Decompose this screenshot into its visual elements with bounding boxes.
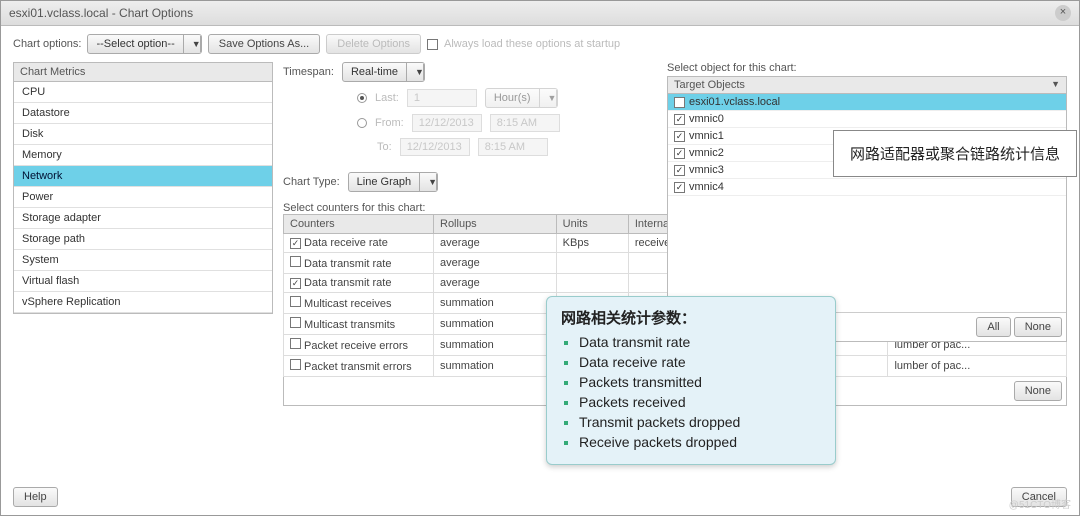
to-time: 8:15 AM	[478, 138, 548, 156]
callout2-title: 网路相关统计参数：	[561, 307, 821, 328]
chart-metrics-header: Chart Metrics	[13, 62, 273, 82]
from-label: From:	[375, 117, 404, 129]
metric-item-memory[interactable]: Memory	[14, 145, 272, 166]
timespan-label: Timespan:	[283, 66, 334, 78]
metric-item-system[interactable]: System	[14, 250, 272, 271]
radio-last[interactable]	[357, 93, 367, 103]
chevron-down-icon[interactable]: ▼	[1051, 79, 1060, 91]
startup-checkbox[interactable]	[427, 39, 438, 50]
counters-none-button[interactable]: None	[1014, 381, 1062, 401]
checkbox-icon[interactable]: ✓	[674, 131, 685, 142]
startup-label: Always load these options at startup	[444, 38, 620, 50]
callout-item: Transmit packets dropped	[579, 414, 821, 430]
close-icon[interactable]: ×	[1055, 5, 1071, 21]
save-options-as-button[interactable]: Save Options As...	[208, 34, 321, 54]
chart-options-select[interactable]: --Select option--▼	[87, 34, 201, 54]
from-time: 8:15 AM	[490, 114, 560, 132]
timespan-select[interactable]: Real-time▼	[342, 62, 425, 82]
window-title: esxi01.vclass.local - Chart Options	[9, 6, 193, 20]
metric-item-storage-path[interactable]: Storage path	[14, 229, 272, 250]
target-object-row[interactable]: esxi01.vclass.local	[668, 94, 1066, 111]
watermark: @51CTO博客	[1009, 496, 1071, 511]
checkbox-icon[interactable]	[290, 296, 301, 307]
metric-item-datastore[interactable]: Datastore	[14, 103, 272, 124]
checkbox-icon[interactable]	[290, 338, 301, 349]
chart-options-label: Chart options:	[13, 38, 81, 50]
target-objects-header: Target Objects	[674, 79, 745, 91]
column-header[interactable]: Counters	[284, 215, 434, 234]
checkbox-icon[interactable]	[674, 97, 685, 108]
metric-item-network[interactable]: Network	[14, 166, 272, 187]
checkbox-icon[interactable]	[290, 317, 301, 328]
last-count: 1	[407, 89, 477, 107]
objects-all-button[interactable]: All	[976, 317, 1010, 337]
delete-options-button: Delete Options	[326, 34, 421, 54]
checkbox-icon[interactable]: ✓	[674, 114, 685, 125]
chevron-down-icon[interactable]: ▼	[407, 64, 424, 80]
from-date: 12/12/2013	[412, 114, 482, 132]
last-label: Last:	[375, 92, 399, 104]
metric-item-storage-adapter[interactable]: Storage adapter	[14, 208, 272, 229]
callout-item: Packets transmitted	[579, 374, 821, 390]
metric-item-virtual-flash[interactable]: Virtual flash	[14, 271, 272, 292]
select-object-label: Select object for this chart:	[667, 62, 1067, 74]
checkbox-icon[interactable]	[290, 359, 301, 370]
callout-item: Packets received	[579, 394, 821, 410]
objects-none-button[interactable]: None	[1014, 317, 1062, 337]
metric-item-disk[interactable]: Disk	[14, 124, 272, 145]
metric-item-vsphere-replication[interactable]: vSphere Replication	[14, 292, 272, 313]
callout-network-params: 网路相关统计参数： Data transmit rate Data receive…	[546, 296, 836, 465]
callout-item: Receive packets dropped	[579, 434, 821, 450]
metric-item-power[interactable]: Power	[14, 187, 272, 208]
chevron-down-icon[interactable]: ▼	[420, 174, 437, 190]
checkbox-icon[interactable]: ✓	[674, 182, 685, 193]
chart-type-select[interactable]: Line Graph▼	[348, 172, 438, 192]
column-header[interactable]: Rollups	[434, 215, 557, 234]
checkbox-icon[interactable]: ✓	[290, 238, 301, 249]
callout-item: Data transmit rate	[579, 334, 821, 350]
checkbox-icon[interactable]	[290, 256, 301, 267]
callout-item: Data receive rate	[579, 354, 821, 370]
to-date: 12/12/2013	[400, 138, 470, 156]
metric-item-cpu[interactable]: CPU	[14, 82, 272, 103]
help-button[interactable]: Help	[13, 487, 58, 507]
chart-type-label: Chart Type:	[283, 176, 340, 188]
chevron-down-icon[interactable]: ▼	[184, 36, 201, 52]
column-header[interactable]: Units	[556, 215, 628, 234]
radio-from[interactable]	[357, 118, 367, 128]
checkbox-icon[interactable]: ✓	[674, 165, 685, 176]
checkbox-icon[interactable]: ✓	[674, 148, 685, 159]
callout-adapter-stats: 网路适配器或聚合链路统计信息	[833, 130, 1077, 177]
target-object-row[interactable]: ✓vmnic4	[668, 179, 1066, 196]
checkbox-icon[interactable]: ✓	[290, 278, 301, 289]
target-object-row[interactable]: ✓vmnic0	[668, 111, 1066, 128]
to-label: To:	[377, 141, 392, 153]
last-unit-select: Hour(s)▼	[485, 88, 558, 108]
